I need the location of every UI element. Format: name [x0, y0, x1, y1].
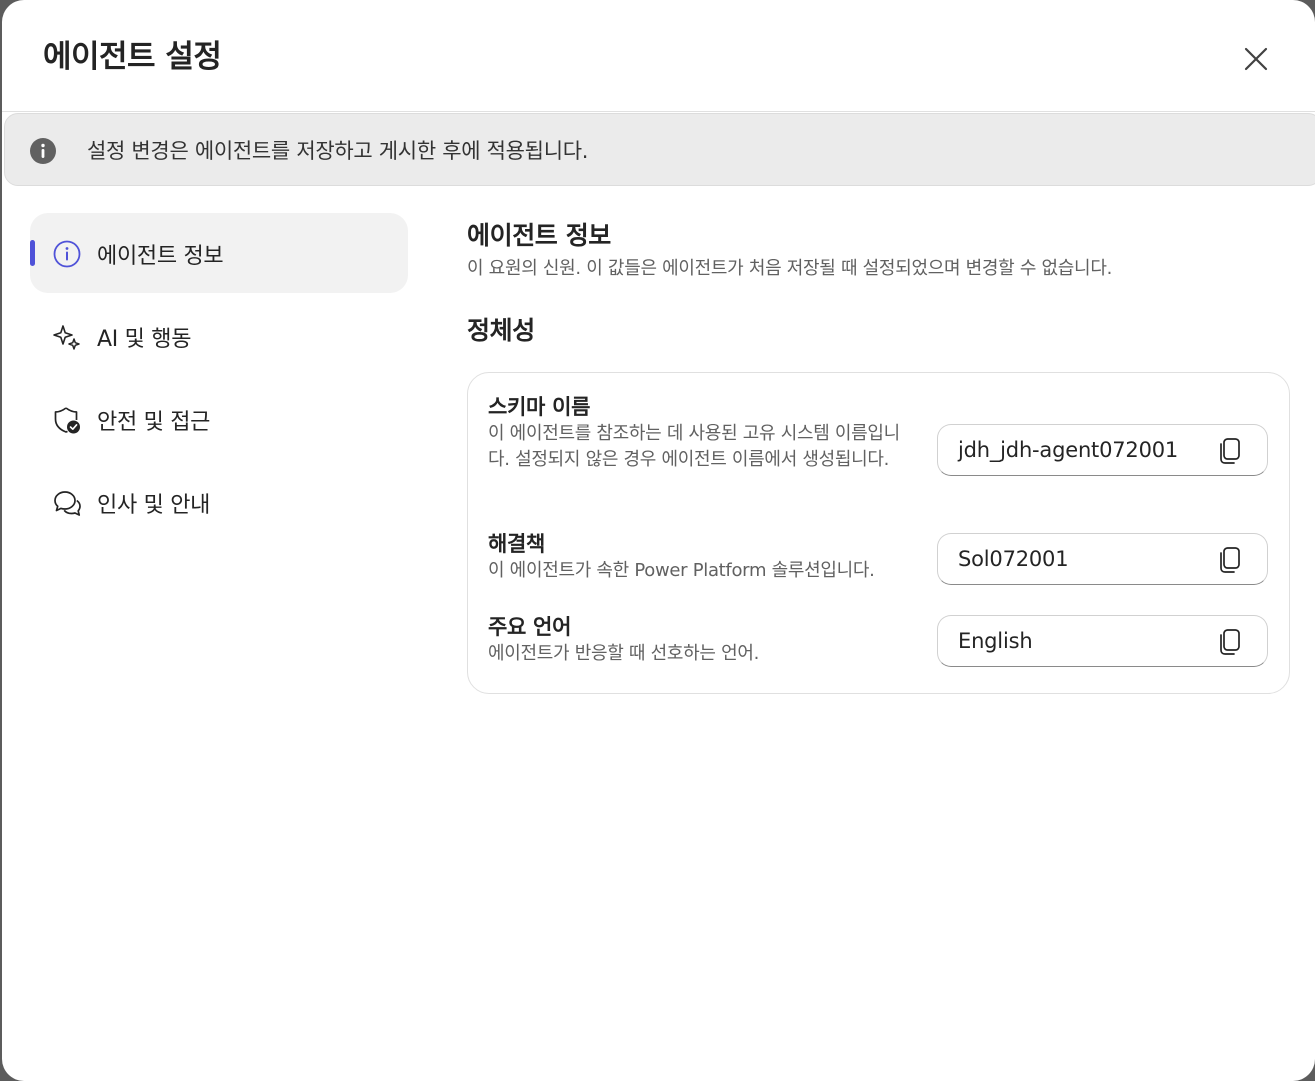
- info-icon: [53, 240, 81, 268]
- sidebar-item-label: 에이전트 정보: [97, 244, 224, 269]
- solution-field[interactable]: Sol072001: [937, 533, 1268, 585]
- active-indicator: [30, 240, 35, 266]
- copy-icon[interactable]: [1217, 628, 1243, 656]
- sidebar-item-greetings[interactable]: 인사 및 안내: [30, 462, 408, 542]
- field-description: 에이전트가 반응할 때 선호하는 언어.: [488, 643, 760, 664]
- sidebar-item-safety-access[interactable]: 안전 및 접근: [30, 379, 408, 459]
- shield-check-icon: [54, 407, 80, 434]
- info-banner: 설정 변경은 에이전트를 저장하고 게시한 후에 적용됩니다.: [4, 113, 1315, 186]
- field-schema-name: 스키마 이름 이 에이전트를 참조하는 데 사용된 고유 시스템 이름입니다. …: [488, 393, 1268, 476]
- sparkle-icon: [53, 325, 80, 350]
- language-field[interactable]: English: [937, 615, 1268, 667]
- sidebar-item-agent-info[interactable]: 에이전트 정보: [30, 213, 408, 293]
- sidebar-item-label: 안전 및 접근: [97, 410, 211, 435]
- schema-name-field[interactable]: jdh_jdh-agent072001: [937, 424, 1268, 476]
- page-description: 이 요원의 신원. 이 값들은 에이전트가 처음 저장될 때 설정되었으며 변경…: [467, 258, 1113, 279]
- field-primary-language: 주요 언어 에이전트가 반응할 때 선호하는 언어. English: [488, 613, 1268, 667]
- section-title-identity: 정체성: [467, 316, 535, 345]
- field-description: 이 에이전트를 참조하는 데 사용된 고유 시스템 이름입니다. 설정되지 않은…: [488, 423, 900, 470]
- copy-icon[interactable]: [1217, 546, 1243, 574]
- sidebar-item-label: AI 및 행동: [97, 327, 192, 352]
- info-filled-icon: [30, 138, 56, 164]
- copy-icon[interactable]: [1217, 437, 1243, 465]
- field-value: Sol072001: [958, 547, 1069, 571]
- field-solution: 해결책 이 에이전트가 속한 Power Platform 솔루션입니다. So…: [488, 530, 1268, 585]
- banner-text: 설정 변경은 에이전트를 저장하고 게시한 후에 적용됩니다.: [87, 139, 589, 163]
- dialog-header: 에이전트 설정: [2, 0, 1315, 112]
- settings-content: 에이전트 정보 이 요원의 신원. 이 값들은 에이전트가 처음 저장될 때 설…: [467, 220, 1290, 694]
- field-value: jdh_jdh-agent072001: [958, 438, 1179, 462]
- page-title: 에이전트 정보: [467, 221, 611, 250]
- dialog-title: 에이전트 설정: [43, 39, 222, 75]
- sidebar-item-ai-behavior[interactable]: AI 및 행동: [30, 296, 408, 376]
- field-label: 스키마 이름: [488, 395, 591, 419]
- field-value: English: [958, 629, 1033, 653]
- settings-sidebar: 에이전트 정보 AI 및 행동 안전 및 접근 인사 및 안내: [30, 213, 408, 545]
- sidebar-item-label: 인사 및 안내: [97, 493, 211, 518]
- chat-bubbles-icon: [54, 491, 81, 516]
- close-button[interactable]: [1239, 42, 1273, 76]
- field-description: 이 에이전트가 속한 Power Platform 솔루션입니다.: [488, 560, 875, 581]
- identity-card: 스키마 이름 이 에이전트를 참조하는 데 사용된 고유 시스템 이름입니다. …: [467, 372, 1290, 694]
- close-icon: [1244, 47, 1268, 71]
- agent-settings-dialog: 에이전트 설정 설정 변경은 에이전트를 저장하고 게시한 후에 적용됩니다. …: [2, 0, 1315, 1081]
